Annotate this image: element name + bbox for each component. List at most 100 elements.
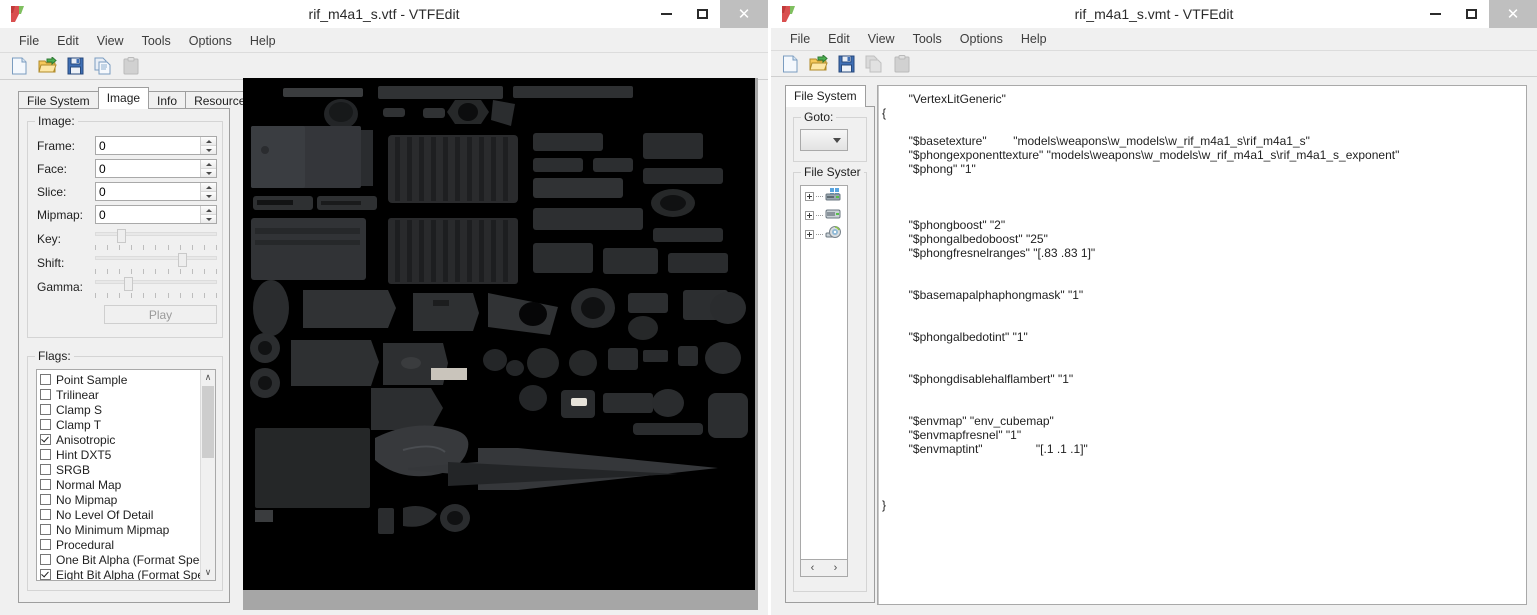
scroll-down-icon[interactable]: ∨ [201,565,215,580]
scroll-up-icon[interactable]: ∧ [201,370,215,385]
menu-file[interactable]: File [781,30,819,48]
checkbox-no-mipmap[interactable] [40,494,51,505]
list-item[interactable]: Eight Bit Alpha (Format Spe [40,567,204,580]
checkbox-trilinear[interactable] [40,389,51,400]
expand-icon[interactable] [805,211,814,220]
scrollbar-thumb[interactable] [202,386,214,458]
checkbox-no-minimum-mipmap[interactable] [40,524,51,535]
flags-listbox[interactable]: Point Sample Trilinear Clamp S Clamp T A… [36,369,216,581]
list-item[interactable]: One Bit Alpha (Format Spec [40,552,205,567]
open-folder-icon[interactable] [36,55,58,77]
list-item[interactable]: Anisotropic [40,432,200,447]
frame-spin-buttons[interactable] [200,137,216,154]
key-slider[interactable] [95,229,217,250]
menu-file[interactable]: File [10,32,48,50]
list-item[interactable]: Trilinear [40,387,200,402]
tree-node[interactable] [801,225,847,242]
tree-node[interactable] [801,208,847,223]
gamma-slider-thumb[interactable] [124,277,134,291]
new-file-icon[interactable] [8,55,30,77]
list-item[interactable]: Clamp S [40,402,200,417]
play-button[interactable]: Play [104,305,217,324]
mipmap-spin-up[interactable] [201,206,216,214]
minimize-button[interactable] [648,0,684,28]
maximize-button[interactable] [1453,0,1489,28]
menu-help[interactable]: Help [241,32,285,50]
list-item[interactable]: No Level Of Detail [40,507,200,522]
expand-icon[interactable] [805,230,814,239]
tree-horizontal-scrollbar[interactable]: ‹ › [800,560,848,577]
checkbox-hint-dxt5[interactable] [40,449,51,460]
filesystem-tree[interactable] [800,185,848,560]
menu-edit[interactable]: Edit [48,32,88,50]
goto-dropdown[interactable] [800,129,848,151]
frame-spin-up[interactable] [201,137,216,145]
face-spin-buttons[interactable] [200,160,216,177]
menu-options[interactable]: Options [951,30,1012,48]
tab-file-system[interactable]: File System [18,91,99,109]
frame-stepper[interactable] [95,136,217,155]
menu-view[interactable]: View [88,32,133,50]
face-stepper[interactable] [95,159,217,178]
tree-node[interactable] [801,187,847,204]
preview-horizontal-scrollbar[interactable] [243,592,758,610]
mipmap-spin-down[interactable] [201,214,216,223]
menu-tools[interactable]: Tools [904,30,951,48]
expand-icon[interactable] [805,192,814,201]
list-item[interactable]: Point Sample [40,372,200,387]
maximize-button[interactable] [684,0,720,28]
checkbox-clamp-t[interactable] [40,419,51,430]
menu-tools[interactable]: Tools [133,32,180,50]
minimize-button[interactable] [1417,0,1453,28]
checkbox-normal-map[interactable] [40,479,51,490]
checkbox-one-bit-alpha[interactable] [40,554,51,565]
checkbox-clamp-s[interactable] [40,404,51,415]
frame-input[interactable] [96,137,200,154]
checkbox-anisotropic[interactable] [40,434,51,445]
close-button[interactable]: ✕ [1489,0,1537,28]
scroll-left-icon[interactable]: ‹ [811,562,815,574]
checkbox-srgb[interactable] [40,464,51,475]
frame-spin-down[interactable] [201,145,216,154]
list-item[interactable]: Procedural [40,537,200,552]
vmt-source-text[interactable]: "VertexLitGeneric" { "$basetexture" "mod… [878,86,1526,512]
slice-spin-down[interactable] [201,191,216,200]
save-icon[interactable] [64,55,86,77]
tab-file-system[interactable]: File System [785,85,866,107]
menu-view[interactable]: View [859,30,904,48]
list-item[interactable]: No Minimum Mipmap [40,522,200,537]
slice-input[interactable] [96,183,200,200]
menu-options[interactable]: Options [180,32,241,50]
copy-icon[interactable] [92,55,114,77]
menu-edit[interactable]: Edit [819,30,859,48]
mipmap-input[interactable] [96,206,200,223]
flags-scrollbar[interactable]: ∧ ∨ [200,370,215,580]
gamma-slider[interactable] [95,277,217,298]
slice-spin-buttons[interactable] [200,183,216,200]
key-slider-thumb[interactable] [116,229,126,243]
checkbox-point-sample[interactable] [40,374,51,385]
scroll-right-icon[interactable]: › [834,562,838,574]
list-item[interactable]: Clamp T [40,417,200,432]
tab-image[interactable]: Image [97,87,150,109]
checkbox-eight-bit-alpha[interactable] [40,569,51,580]
shift-slider-thumb[interactable] [177,253,187,267]
face-spin-up[interactable] [201,160,216,168]
texture-preview[interactable] [243,78,755,590]
vmt-titlebar[interactable]: rif_m4a1_s.vmt - VTFEdit ✕ [771,0,1537,28]
mipmap-stepper[interactable] [95,205,217,224]
tab-info[interactable]: Info [148,91,187,109]
slice-stepper[interactable] [95,182,217,201]
checkbox-no-level-of-detail[interactable] [40,509,51,520]
list-item[interactable]: No Mipmap [40,492,200,507]
face-spin-down[interactable] [201,168,216,177]
list-item[interactable]: Normal Map [40,477,200,492]
list-item[interactable]: Hint DXT5 [40,447,200,462]
vtf-titlebar[interactable]: rif_m4a1_s.vtf - VTFEdit ✕ [0,0,768,28]
mipmap-spin-buttons[interactable] [200,206,216,223]
vmt-text-editor[interactable]: "VertexLitGeneric" { "$basetexture" "mod… [877,85,1527,605]
slice-spin-up[interactable] [201,183,216,191]
shift-slider[interactable] [95,253,217,274]
save-icon[interactable] [835,53,857,75]
face-input[interactable] [96,160,200,177]
